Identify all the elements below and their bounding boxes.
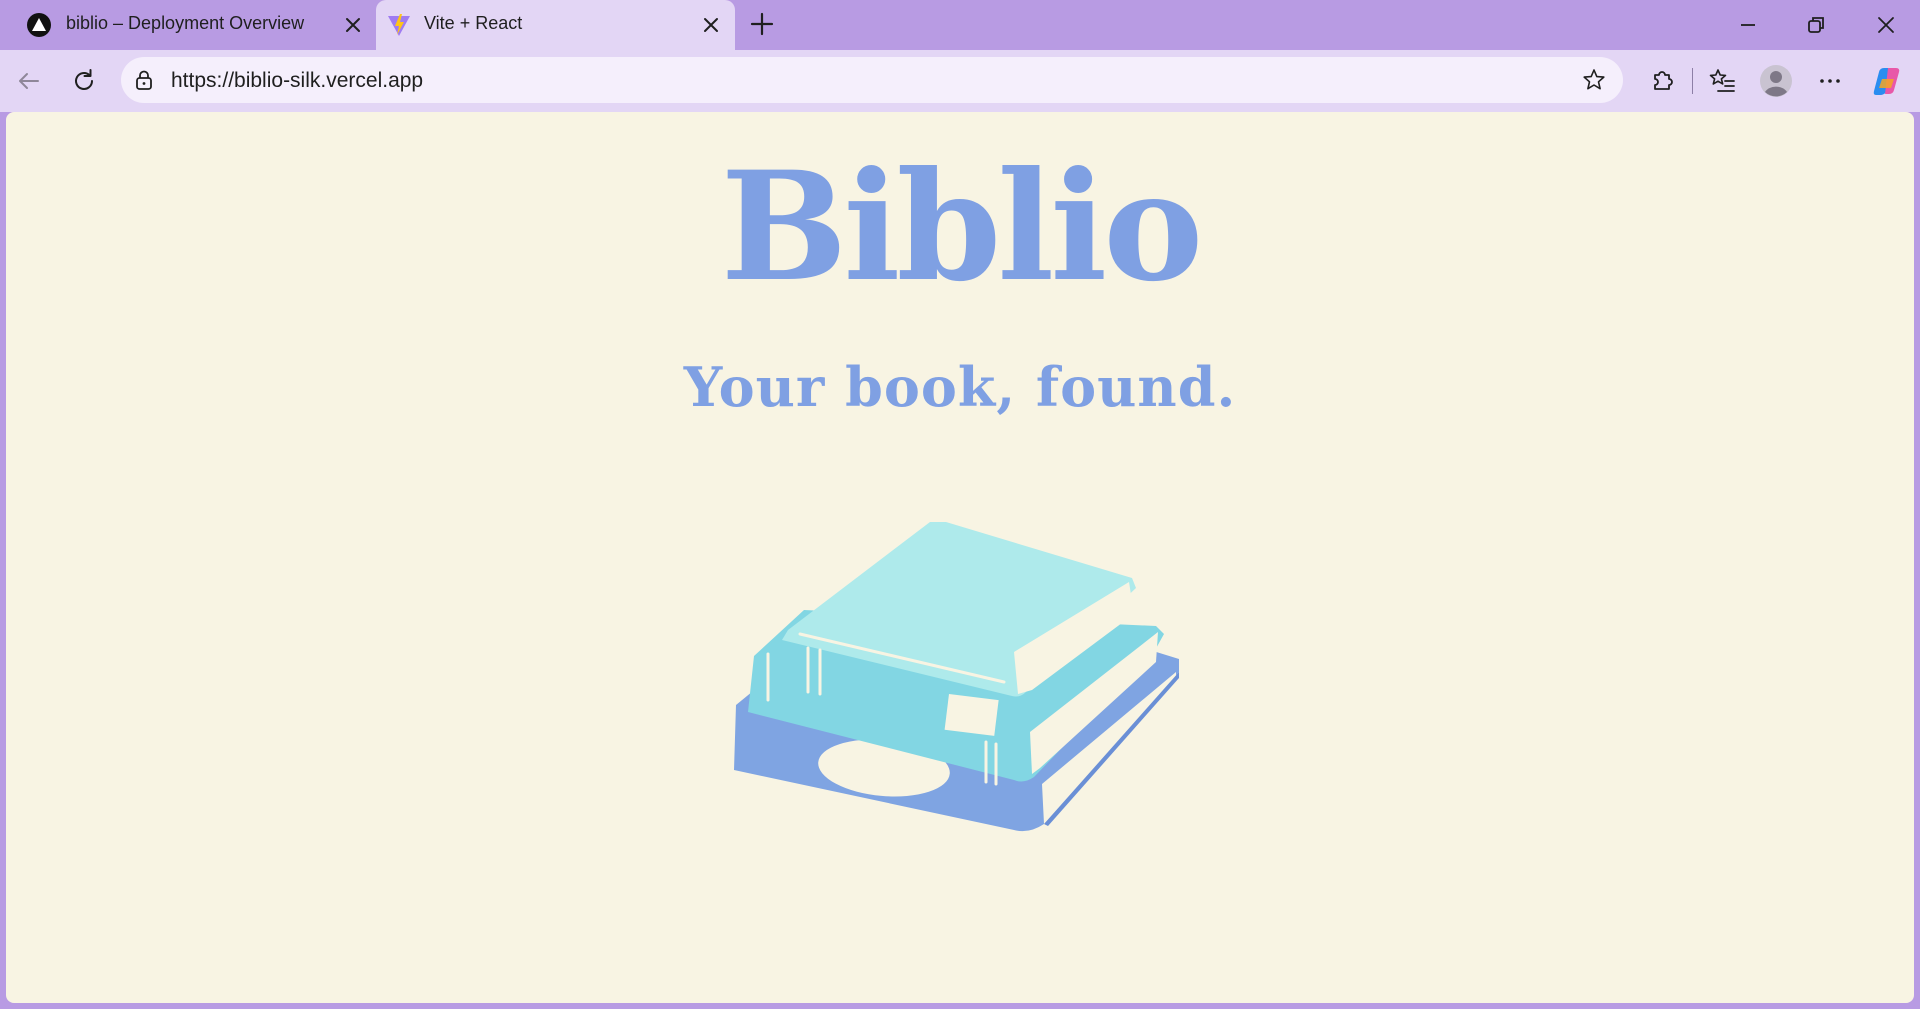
close-tab-icon[interactable] [699, 13, 723, 37]
page-viewport: Biblio Your book, found. [6, 112, 1914, 1003]
stacked-books-illustration [734, 522, 1179, 832]
copilot-icon[interactable] [1870, 64, 1904, 98]
toolbar-divider [1692, 68, 1693, 94]
tab-title: Vite + React [424, 13, 523, 33]
reload-icon[interactable] [69, 66, 99, 96]
page-subtitle: Your book, found. [683, 355, 1237, 419]
close-tab-icon[interactable] [341, 13, 365, 37]
extensions-puzzle-icon[interactable] [1647, 66, 1677, 96]
vercel-triangle-icon [27, 13, 51, 37]
site-info-lock-icon[interactable] [133, 69, 155, 91]
tab-deployment-overview[interactable]: biblio – Deployment Overview [0, 0, 374, 50]
profile-avatar-icon[interactable] [1759, 64, 1793, 98]
tab-strip: biblio – Deployment Overview Vite + Reac… [0, 0, 1920, 50]
browser-toolbar: https://biblio-silk.vercel.app [0, 50, 1920, 112]
more-options-icon[interactable] [1815, 66, 1845, 96]
page-title: Biblio [720, 139, 1204, 315]
favorites-list-icon[interactable] [1707, 66, 1737, 96]
restore-icon[interactable] [1803, 12, 1829, 38]
address-bar[interactable]: https://biblio-silk.vercel.app [121, 57, 1623, 103]
minimize-icon[interactable] [1735, 12, 1761, 38]
tab-title: biblio – Deployment Overview [66, 13, 305, 33]
top-book-label [944, 694, 999, 736]
tab-vite-react[interactable]: Vite + React [376, 0, 735, 50]
url-text[interactable]: https://biblio-silk.vercel.app [171, 69, 423, 93]
close-window-icon[interactable] [1873, 12, 1899, 38]
vite-logo-icon [388, 14, 410, 36]
favorite-star-icon[interactable] [1581, 67, 1607, 93]
browser-window: biblio – Deployment Overview Vite + Reac… [0, 0, 1920, 1009]
back-arrow-icon[interactable] [14, 66, 44, 96]
new-tab-plus-icon[interactable] [748, 10, 776, 38]
